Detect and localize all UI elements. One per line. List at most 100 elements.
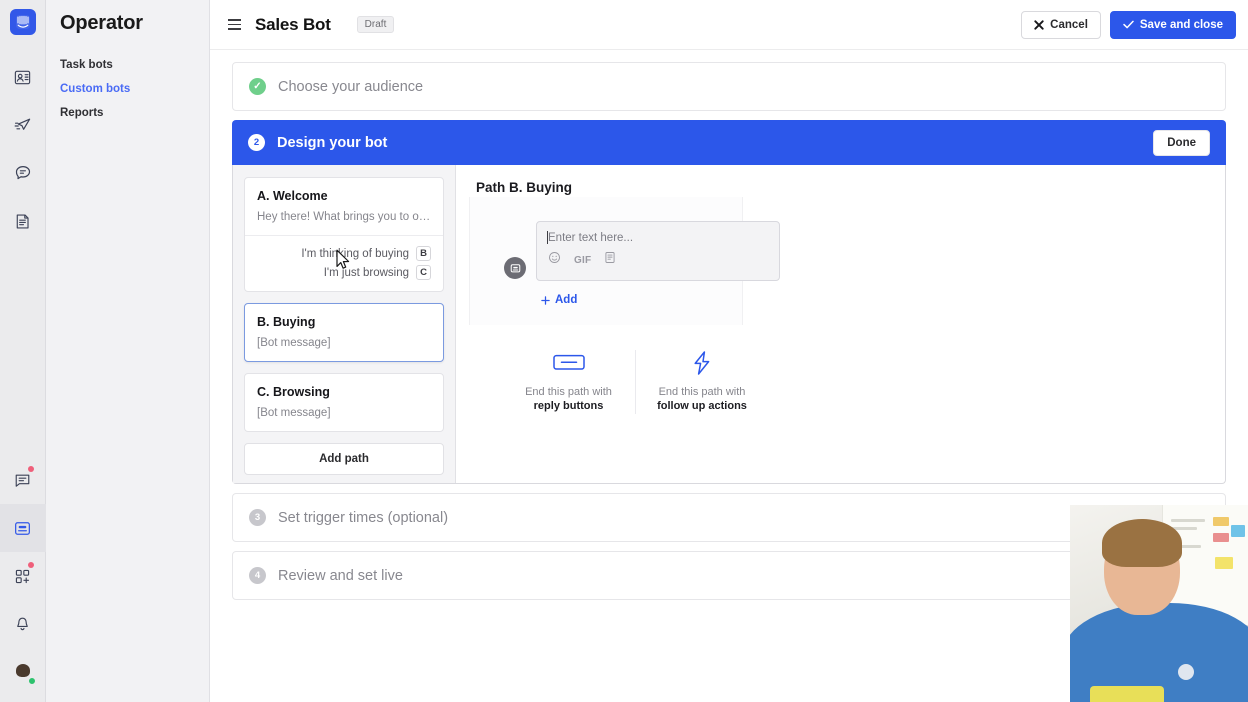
speech-bubble-icon xyxy=(13,163,33,183)
path-card-buying[interactable]: B. Buying [Bot message] xyxy=(244,303,444,362)
step-2-label: Design your bot xyxy=(277,135,387,151)
app-root: Operator Task bots Custom bots Reports S… xyxy=(0,0,1248,702)
reply-option-key: B xyxy=(416,246,431,261)
inbox-notification-dot xyxy=(28,466,34,472)
path-message: Hey there! What brings you to our p… xyxy=(257,211,431,223)
path-card-welcome-body: A. Welcome Hey there! What brings you to… xyxy=(245,178,443,235)
ender-line2: follow up actions xyxy=(657,399,747,414)
reply-option-buying[interactable]: I'm thinking of buying B xyxy=(257,244,431,263)
nav-title: Operator xyxy=(60,12,209,35)
path-card-browsing[interactable]: C. Browsing [Bot message] xyxy=(244,373,444,432)
path-title: A. Welcome xyxy=(257,189,431,203)
path-title: B. Buying xyxy=(257,315,431,329)
message-composer[interactable]: Enter text here... xyxy=(536,221,780,281)
rail-item-notifications[interactable] xyxy=(0,600,46,648)
ender-line1: End this path with xyxy=(525,385,612,400)
contacts-icon xyxy=(13,68,32,87)
gif-icon[interactable]: GIF xyxy=(574,255,591,266)
reply-buttons-icon xyxy=(553,350,585,376)
article-icon xyxy=(13,212,32,231)
icon-rail xyxy=(0,0,46,702)
nav-item-custom-bots[interactable]: Custom bots xyxy=(60,77,209,101)
messenger-icon xyxy=(13,519,32,538)
nav-item-reports[interactable]: Reports xyxy=(60,101,209,125)
path-list: A. Welcome Hey there! What brings you to… xyxy=(233,165,456,483)
reply-option-label: I'm just browsing xyxy=(324,267,409,279)
rail-item-outbound[interactable] xyxy=(0,101,46,149)
composer-toolbar: GIF xyxy=(537,244,779,277)
step-3-number: 3 xyxy=(249,509,266,526)
cancel-button-label: Cancel xyxy=(1050,19,1088,31)
plus-icon xyxy=(541,296,550,305)
avatar[interactable] xyxy=(11,660,35,684)
composer-input[interactable]: Enter text here... xyxy=(537,222,779,244)
top-bar: Sales Bot Draft Cancel Save and close xyxy=(210,0,1248,50)
lightning-bolt-icon xyxy=(690,350,714,376)
apps-add-icon xyxy=(13,567,32,586)
rail-item-inbox[interactable] xyxy=(0,456,46,504)
video-person-hair xyxy=(1102,519,1182,567)
send-plane-icon xyxy=(13,115,33,135)
hamburger-icon[interactable] xyxy=(228,19,241,30)
path-message: [Bot message] xyxy=(257,337,431,349)
bot-avatar-icon xyxy=(504,257,526,279)
step-4-number: 4 xyxy=(249,567,266,584)
rail-item-contacts[interactable] xyxy=(0,53,46,101)
topbar-actions: Cancel Save and close xyxy=(1021,11,1236,39)
ender-follow-up-actions[interactable]: End this path with follow up actions xyxy=(635,350,768,415)
secondary-nav: Operator Task bots Custom bots Reports xyxy=(46,0,210,702)
ender-line1: End this path with xyxy=(659,385,746,400)
nav-item-task-bots[interactable]: Task bots xyxy=(60,53,209,77)
step-1-label: Choose your audience xyxy=(278,79,423,95)
path-card-welcome[interactable]: A. Welcome Hey there! What brings you to… xyxy=(244,177,444,292)
path-canvas: Path B. Buying Enter te xyxy=(456,165,1225,483)
path-message: [Bot message] xyxy=(257,407,431,419)
ender-line2: reply buttons xyxy=(534,399,604,414)
close-icon xyxy=(1034,20,1044,30)
message-block: Enter text here... xyxy=(504,221,780,310)
add-path-button[interactable]: Add path xyxy=(244,443,444,475)
reply-option-browsing[interactable]: I'm just browsing C xyxy=(257,263,431,282)
step-4-label: Review and set live xyxy=(278,568,403,584)
canvas-title: Path B. Buying xyxy=(476,180,1205,195)
step-2-number: 2 xyxy=(248,134,265,151)
check-icon xyxy=(1123,20,1134,29)
step-1-status-icon: ✓ xyxy=(249,78,266,95)
add-message-button[interactable]: Add xyxy=(541,294,577,306)
rail-item-profile[interactable] xyxy=(0,648,46,696)
path-card-browsing-body: C. Browsing [Bot message] xyxy=(245,374,443,431)
wizard-step-design-bot[interactable]: 2 Design your bot Done xyxy=(232,120,1226,165)
inbox-icon xyxy=(13,471,32,490)
video-shirt-logo xyxy=(1178,664,1194,680)
rail-item-messages[interactable] xyxy=(0,149,46,197)
video-desk-item xyxy=(1090,686,1164,702)
bot-designer: A. Welcome Hey there! What brings you to… xyxy=(232,165,1226,484)
saved-reply-icon[interactable] xyxy=(604,251,616,269)
apps-notification-dot xyxy=(28,562,34,568)
rail-item-articles[interactable] xyxy=(0,197,46,245)
add-message-label: Add xyxy=(555,294,577,306)
avatar-online-status xyxy=(28,677,36,685)
reply-option-key: C xyxy=(416,265,431,280)
path-ender-options: End this path with reply buttons End thi… xyxy=(502,350,1205,415)
intercom-logo[interactable] xyxy=(10,9,36,35)
ender-reply-buttons[interactable]: End this path with reply buttons xyxy=(502,350,635,415)
path-title: C. Browsing xyxy=(257,385,431,399)
save-and-close-button[interactable]: Save and close xyxy=(1110,11,1236,39)
status-badge: Draft xyxy=(357,16,395,33)
save-and-close-button-label: Save and close xyxy=(1140,19,1223,31)
page-title: Sales Bot xyxy=(255,15,331,35)
message-row: Enter text here... xyxy=(504,221,780,281)
bell-icon xyxy=(13,615,32,634)
done-button[interactable]: Done xyxy=(1153,130,1210,156)
wizard-step-choose-audience[interactable]: ✓ Choose your audience xyxy=(232,62,1226,111)
step-3-label: Set trigger times (optional) xyxy=(278,510,448,526)
rail-item-operator[interactable] xyxy=(0,504,46,552)
emoji-icon[interactable] xyxy=(548,251,561,269)
rail-item-apps[interactable] xyxy=(0,552,46,600)
video-overlay[interactable] xyxy=(1070,505,1248,702)
reply-option-label: I'm thinking of buying xyxy=(301,248,409,260)
path-card-buying-body: B. Buying [Bot message] xyxy=(245,304,443,361)
path-reply-buttons: I'm thinking of buying B I'm just browsi… xyxy=(245,235,443,291)
cancel-button[interactable]: Cancel xyxy=(1021,11,1101,39)
